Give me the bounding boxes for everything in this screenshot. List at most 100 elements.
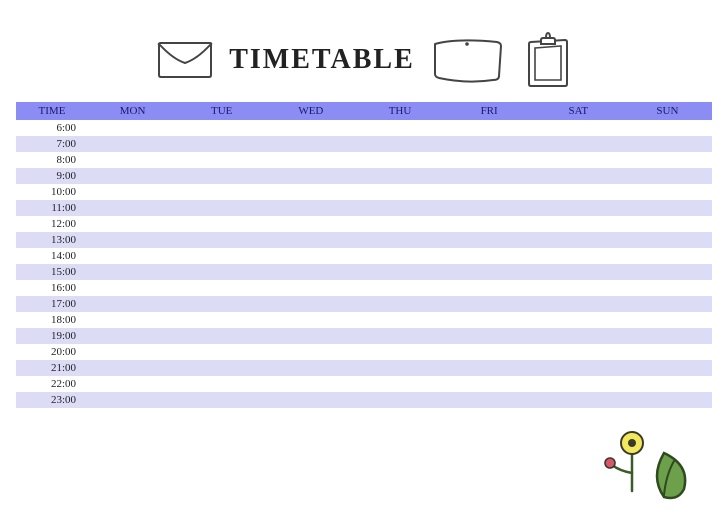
table-row: 11:00: [16, 200, 712, 216]
cell: [88, 248, 177, 264]
cell: [266, 376, 355, 392]
cell: [445, 296, 534, 312]
time-label: 18:00: [16, 312, 88, 328]
cell: [623, 120, 712, 136]
cell: [355, 248, 444, 264]
table-row: 17:00: [16, 296, 712, 312]
table-row: 9:00: [16, 168, 712, 184]
table-row: 21:00: [16, 360, 712, 376]
table-row: 16:00: [16, 280, 712, 296]
cell: [534, 264, 623, 280]
cell: [88, 152, 177, 168]
cell: [445, 328, 534, 344]
cell: [534, 136, 623, 152]
time-label: 15:00: [16, 264, 88, 280]
cell: [623, 376, 712, 392]
cell: [88, 216, 177, 232]
timetable-wrap: TIME MON TUE WED THU FRI SAT SUN 6:00 7:…: [0, 102, 728, 408]
cell: [177, 120, 266, 136]
cell: [177, 184, 266, 200]
cell: [177, 328, 266, 344]
note-paper-icon: [427, 32, 509, 88]
cell: [266, 120, 355, 136]
cell: [355, 312, 444, 328]
col-time: TIME: [16, 102, 88, 120]
cell: [623, 184, 712, 200]
cell: [534, 392, 623, 408]
cell: [355, 152, 444, 168]
time-label: 14:00: [16, 248, 88, 264]
cell: [445, 392, 534, 408]
cell: [266, 248, 355, 264]
cell: [177, 200, 266, 216]
time-label: 6:00: [16, 120, 88, 136]
cell: [445, 120, 534, 136]
cell: [534, 248, 623, 264]
cell: [623, 216, 712, 232]
cell: [88, 360, 177, 376]
cell: [534, 232, 623, 248]
cell: [177, 248, 266, 264]
cell: [266, 264, 355, 280]
cell: [445, 248, 534, 264]
cell: [355, 120, 444, 136]
cell: [177, 216, 266, 232]
cell: [88, 200, 177, 216]
cell: [177, 280, 266, 296]
col-sat: SAT: [534, 102, 623, 120]
time-label: 13:00: [16, 232, 88, 248]
cell: [266, 216, 355, 232]
time-label: 16:00: [16, 280, 88, 296]
cell: [534, 152, 623, 168]
cell: [623, 152, 712, 168]
cell: [623, 264, 712, 280]
cell: [88, 136, 177, 152]
table-row: 14:00: [16, 248, 712, 264]
cell: [445, 344, 534, 360]
cell: [534, 376, 623, 392]
time-label: 8:00: [16, 152, 88, 168]
col-fri: FRI: [445, 102, 534, 120]
cell: [266, 200, 355, 216]
cell: [623, 344, 712, 360]
cell: [88, 392, 177, 408]
cell: [534, 120, 623, 136]
page-title: TIMETABLE: [229, 44, 415, 76]
cell: [177, 264, 266, 280]
table-row: 12:00: [16, 216, 712, 232]
table-row: 22:00: [16, 376, 712, 392]
cell: [623, 296, 712, 312]
cell: [623, 248, 712, 264]
col-mon: MON: [88, 102, 177, 120]
timetable: TIME MON TUE WED THU FRI SAT SUN 6:00 7:…: [16, 102, 712, 408]
cell: [534, 280, 623, 296]
cell: [534, 344, 623, 360]
time-label: 10:00: [16, 184, 88, 200]
cell: [266, 280, 355, 296]
cell: [266, 328, 355, 344]
cell: [266, 296, 355, 312]
cell: [355, 232, 444, 248]
col-sun: SUN: [623, 102, 712, 120]
cell: [355, 264, 444, 280]
cell: [355, 296, 444, 312]
col-thu: THU: [355, 102, 444, 120]
time-label: 12:00: [16, 216, 88, 232]
cell: [355, 360, 444, 376]
cell: [177, 152, 266, 168]
cell: [623, 232, 712, 248]
cell: [445, 312, 534, 328]
col-tue: TUE: [177, 102, 266, 120]
cell: [177, 168, 266, 184]
cell: [534, 200, 623, 216]
time-label: 17:00: [16, 296, 88, 312]
time-label: 11:00: [16, 200, 88, 216]
cell: [534, 360, 623, 376]
cell: [445, 280, 534, 296]
cell: [534, 312, 623, 328]
table-row: 7:00: [16, 136, 712, 152]
flower-decoration-icon: [598, 415, 708, 510]
cell: [266, 184, 355, 200]
cell: [177, 392, 266, 408]
cell: [266, 152, 355, 168]
